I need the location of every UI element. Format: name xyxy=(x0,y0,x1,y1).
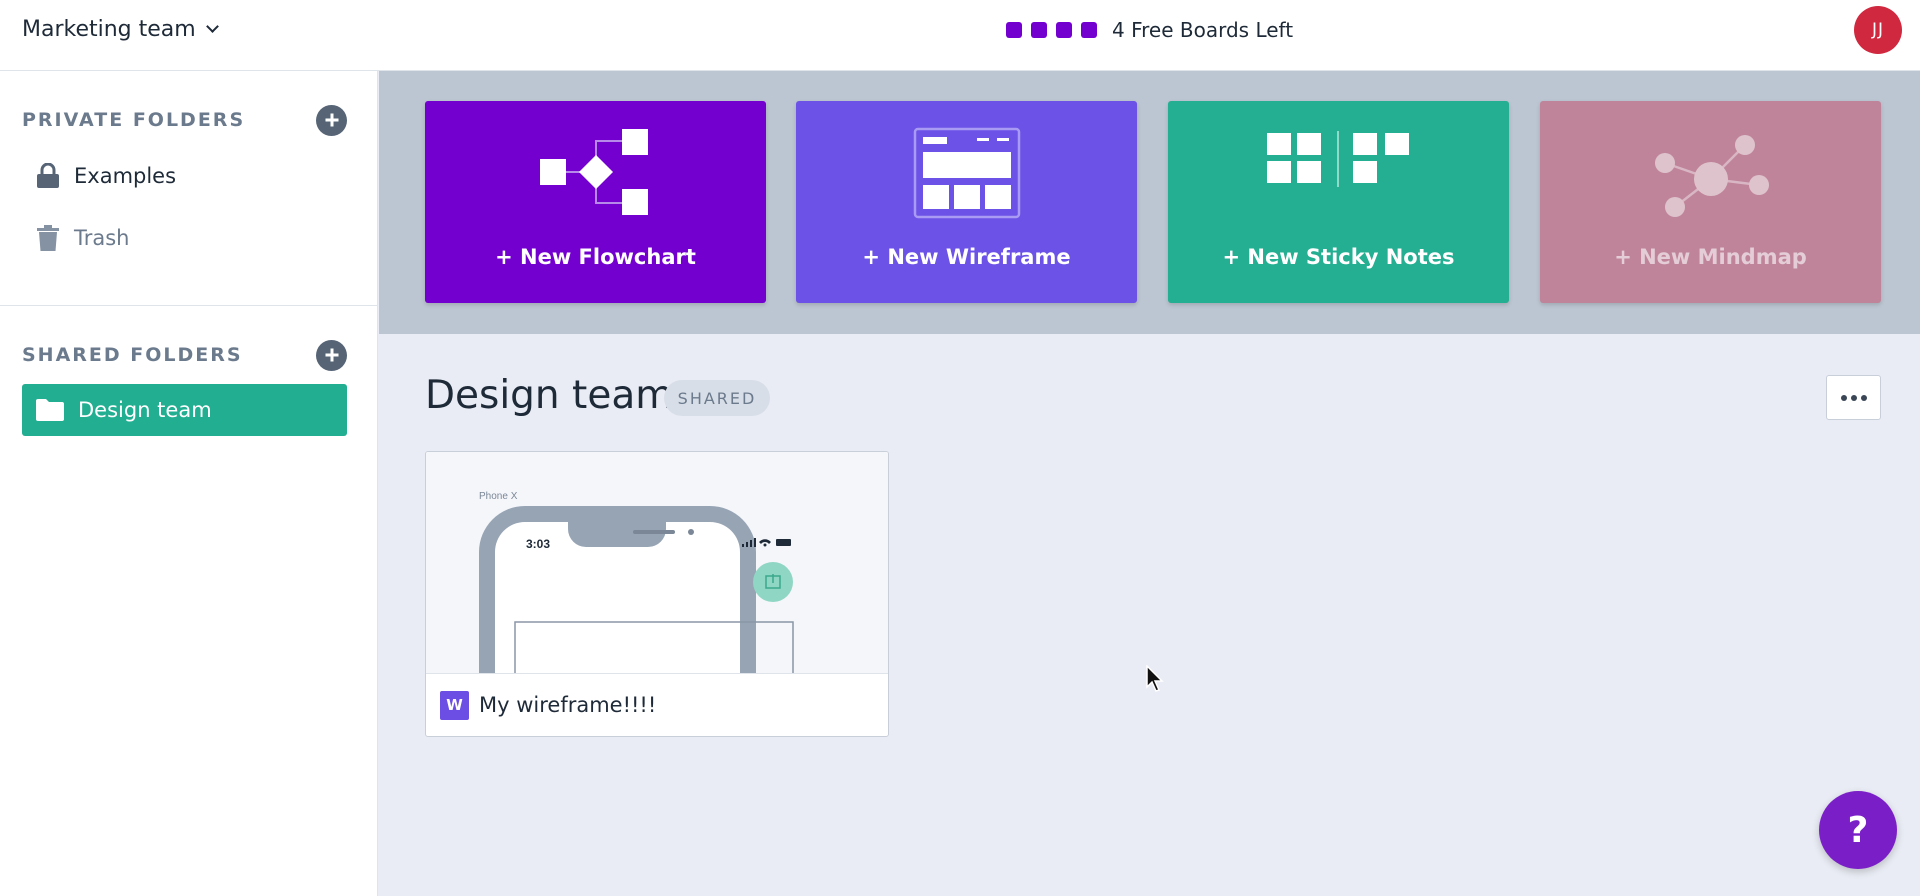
add-shared-folder-button[interactable] xyxy=(316,339,347,371)
sidebar-item-trash[interactable]: Trash xyxy=(22,212,347,264)
sidebar-divider xyxy=(0,305,378,306)
new-mindmap-tile[interactable]: + New Mindmap xyxy=(1540,101,1881,303)
sidebar-item-design-team[interactable]: Design team xyxy=(22,384,347,436)
more-options-button[interactable] xyxy=(1826,375,1881,420)
new-sticky-notes-label: + New Sticky Notes xyxy=(1222,245,1455,269)
new-wireframe-tile[interactable]: + New Wireframe xyxy=(796,101,1137,303)
new-sticky-notes-tile[interactable]: + New Sticky Notes xyxy=(1168,101,1509,303)
free-boards-indicator: 4 Free Boards Left xyxy=(1006,16,1293,44)
sidebar-item-label: Examples xyxy=(74,164,177,188)
free-board-square-icon xyxy=(1081,22,1097,38)
more-dot-icon xyxy=(1840,394,1847,401)
help-button[interactable]: ? xyxy=(1819,791,1897,869)
sidebar: PRIVATE FOLDERS Examples Trash SHARED FO… xyxy=(0,71,378,896)
board-card[interactable]: Phone X 3:03 W My wireframe!!!! xyxy=(425,451,889,737)
add-private-folder-button[interactable] xyxy=(316,104,347,136)
free-boards-text: 4 Free Boards Left xyxy=(1112,18,1294,42)
mindmap-icon xyxy=(1654,135,1769,217)
trash-icon xyxy=(37,225,59,251)
board-thumbnail-image: Phone X 3:03 xyxy=(479,491,794,673)
more-dot-icon xyxy=(1860,394,1867,401)
shared-folders-header: SHARED FOLDERS xyxy=(22,339,347,371)
private-folders-title: PRIVATE FOLDERS xyxy=(22,109,246,131)
sidebar-item-label: Design team xyxy=(78,398,212,422)
free-board-square-icon xyxy=(1056,22,1072,38)
sidebar-item-label: Trash xyxy=(74,226,130,250)
new-wireframe-label: + New Wireframe xyxy=(862,245,1071,269)
new-flowchart-tile[interactable]: + New Flowchart xyxy=(425,101,766,303)
folder-icon xyxy=(36,399,64,421)
new-mindmap-label: + New Mindmap xyxy=(1614,245,1807,269)
new-board-templates: + New Flowchart + New Wireframe + New St… xyxy=(379,71,1920,334)
shared-badge: SHARED xyxy=(664,380,770,416)
lock-icon xyxy=(37,163,59,188)
team-switcher[interactable]: Marketing team xyxy=(22,14,219,44)
chevron-down-icon xyxy=(205,20,219,33)
mouse-cursor-icon xyxy=(1146,665,1164,692)
thumb-time: 3:03 xyxy=(526,537,550,551)
free-board-square-icon xyxy=(1006,22,1022,38)
new-flowchart-label: + New Flowchart xyxy=(495,245,696,269)
private-folders-header: PRIVATE FOLDERS xyxy=(22,104,347,136)
sidebar-item-examples[interactable]: Examples xyxy=(22,150,347,202)
avatar[interactable]: JJ xyxy=(1854,6,1902,54)
flowchart-icon xyxy=(539,129,648,215)
free-board-squares xyxy=(1006,22,1097,38)
top-bar: Marketing team 4 Free Boards Left JJ xyxy=(0,0,1920,71)
team-name: Marketing team xyxy=(22,16,196,42)
free-board-square-icon xyxy=(1031,22,1047,38)
board-footer: W My wireframe!!!! xyxy=(426,674,888,736)
page-title: Design team xyxy=(425,373,674,418)
avatar-initials: JJ xyxy=(1871,20,1885,40)
board-thumbnail: Phone X 3:03 xyxy=(426,452,888,674)
sticky-notes-icon xyxy=(1266,131,1409,187)
thumb-device-label: Phone X xyxy=(479,491,518,502)
wireframe-icon xyxy=(913,127,1020,219)
wireframe-type-icon: W xyxy=(440,690,469,720)
shared-folders-title: SHARED FOLDERS xyxy=(22,344,243,366)
more-dot-icon xyxy=(1850,394,1857,401)
board-name: My wireframe!!!! xyxy=(479,693,657,717)
help-label: ? xyxy=(1847,809,1869,851)
